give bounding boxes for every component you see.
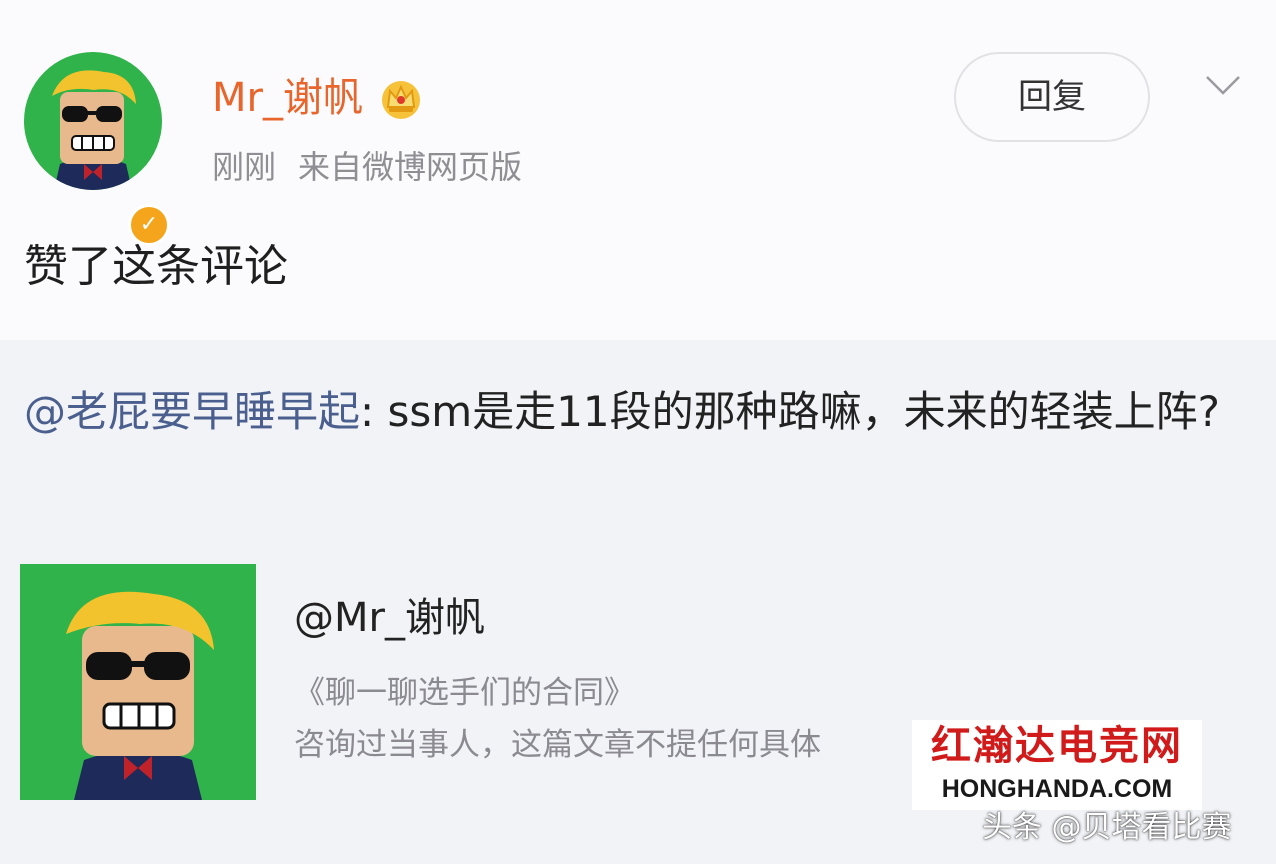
avatar-image[interactable] (24, 52, 162, 190)
quoted-comment-text: @老屁要早睡早起: ssm是走11段的那种路嘛，未来的轻装上阵? (24, 380, 1254, 444)
article-thumbnail[interactable] (20, 564, 256, 800)
username-link[interactable]: Mr_谢帆 (212, 70, 363, 126)
source-watermark: 头条 @贝塔看比赛 (982, 810, 1232, 845)
user-avatar[interactable]: ✓ (24, 52, 170, 246)
reply-button[interactable]: 回复 (954, 52, 1150, 142)
site-watermark-cn: 红瀚达电竞网 (931, 722, 1183, 769)
article-title[interactable]: 《聊一聊选手们的合同》 (294, 670, 635, 716)
post-meta: 刚刚 来自微博网页版 (212, 144, 522, 190)
site-watermark-en: HONGHANDA.COM (941, 775, 1173, 803)
post-source: 来自微博网页版 (298, 148, 523, 186)
crown-icon[interactable] (377, 76, 425, 120)
post-timestamp: 刚刚 (212, 148, 277, 186)
article-description: 咨询过当事人，这篇文章不提任何具体 (294, 727, 821, 763)
quoted-comment-body: : ssm是走11段的那种路嘛，未来的轻装上阵? (360, 387, 1220, 436)
action-text: 赞了这条评论 (24, 241, 288, 292)
mention-link[interactable]: @老屁要早睡早起 (24, 387, 360, 436)
username-row: Mr_谢帆 (212, 70, 425, 126)
chevron-down-icon[interactable] (1204, 74, 1242, 96)
site-watermark: 红瀚达电竞网 HONGHANDA.COM (912, 720, 1202, 810)
article-author[interactable]: @Mr_谢帆 (294, 590, 485, 646)
